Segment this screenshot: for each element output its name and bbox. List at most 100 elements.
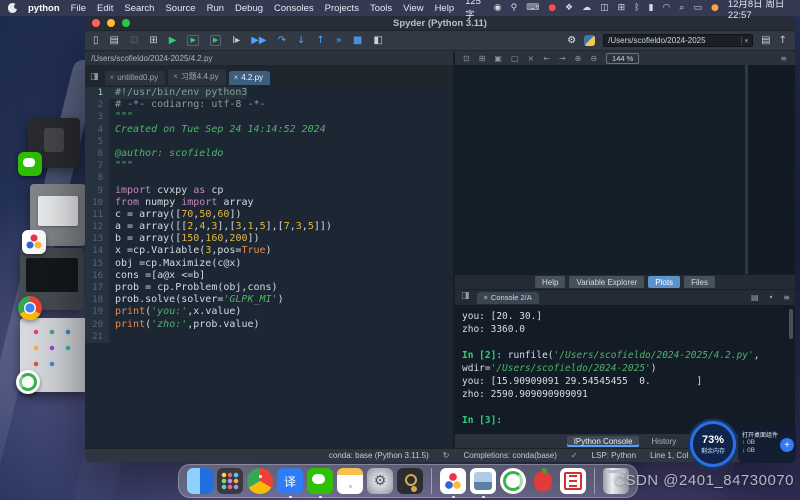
console-tab[interactable]: × Console 2/A	[477, 292, 539, 304]
chrome-badge-icon[interactable]	[18, 296, 42, 320]
menu-item-tools[interactable]: Tools	[370, 3, 392, 14]
browse-tabs-icon[interactable]: ◨	[90, 72, 99, 82]
pane-tab-variable-explorer[interactable]: Variable Explorer	[569, 276, 644, 288]
green-ring-badge-icon[interactable]	[16, 370, 40, 394]
circles-app-dock-icon[interactable]	[440, 468, 466, 494]
copy-plot-icon[interactable]: ▣	[494, 54, 502, 63]
input-method-indicator[interactable]: 125字	[465, 0, 485, 21]
menu-item-view[interactable]: View	[403, 3, 423, 14]
menu-item-debug[interactable]: Debug	[235, 3, 263, 14]
tab-history[interactable]: History	[644, 436, 683, 447]
finder-dock-icon[interactable]	[187, 468, 213, 494]
new-file-icon[interactable]: ▯	[93, 36, 99, 46]
menu-item-edit[interactable]: Edit	[97, 3, 113, 14]
memory-gauge[interactable]: 73% 剩余内存	[690, 421, 736, 467]
run-selection-icon[interactable]: I▸	[232, 36, 240, 46]
circles-app-badge-icon[interactable]	[22, 230, 46, 254]
apple-menu-icon[interactable]	[8, 3, 17, 13]
green-ring-app-dock-icon[interactable]	[500, 468, 526, 494]
save-all-plots-icon[interactable]: ⊞	[479, 54, 486, 63]
menu-item-file[interactable]: File	[71, 3, 86, 14]
mic-icon[interactable]: ⚲	[511, 4, 518, 13]
maximize-pane-icon[interactable]: ◧	[373, 36, 382, 46]
menu-item-search[interactable]: Search	[124, 3, 154, 14]
preferences-icon[interactable]: ⚙	[567, 36, 576, 46]
menu-item-projects[interactable]: Projects	[325, 3, 359, 14]
parent-directory-icon[interactable]: ↑	[779, 36, 787, 46]
conda-env-status[interactable]: conda: base (Python 3.11.5)	[329, 451, 429, 460]
new-console-icon[interactable]: ▤	[751, 293, 759, 302]
remove-plot-icon[interactable]: ▢	[511, 54, 519, 63]
save-plot-icon[interactable]: ⊡	[463, 54, 470, 63]
step-out-icon[interactable]: ↑	[316, 36, 324, 46]
display-icon[interactable]: ▭	[693, 4, 702, 13]
plot-zoom-level[interactable]: 144 %	[606, 53, 639, 64]
editor-tab--4-4-py[interactable]: ×习题4.4.py	[168, 69, 225, 85]
console-scrollbar[interactable]	[789, 309, 793, 339]
active-app-name[interactable]: python	[28, 3, 60, 14]
menu-item-help[interactable]: Help	[435, 3, 455, 14]
editor-tab-untitled0-py[interactable]: ×untitled0.py	[105, 71, 166, 85]
close-tab-icon[interactable]: ×	[173, 72, 178, 81]
menu-item-run[interactable]: Run	[207, 3, 224, 14]
menu-item-consoles[interactable]: Consoles	[274, 3, 314, 14]
close-tab-icon[interactable]: ×	[234, 73, 239, 82]
open-file-icon[interactable]: ▤	[110, 36, 119, 46]
step-over-icon[interactable]: ↷	[278, 36, 286, 46]
code-editor[interactable]: 1#!/usr/bin/env python32# -*- codiarng: …	[85, 85, 453, 448]
battery-icon[interactable]: ▮	[649, 4, 654, 13]
save-icon[interactable]: ⊡	[130, 36, 138, 46]
notes-dock-icon[interactable]	[337, 468, 363, 494]
plots-options-icon[interactable]: ≡	[780, 54, 787, 63]
next-plot-icon[interactable]: →	[559, 54, 566, 63]
keyboard-icon[interactable]: ⌨	[526, 4, 539, 13]
step-into-icon[interactable]: ↓	[297, 36, 305, 46]
airdrop-icon[interactable]: ❖	[565, 4, 573, 13]
close-console-icon[interactable]: ×	[484, 293, 488, 302]
wechat-dock-icon[interactable]	[307, 468, 333, 494]
previous-plot-icon[interactable]: ←	[543, 54, 550, 63]
stage-manager-icon[interactable]: ◫	[600, 4, 609, 13]
cloud-icon[interactable]: ☁	[582, 4, 591, 13]
interrupt-kernel-icon[interactable]: •	[769, 293, 774, 302]
ipython-console[interactable]: you: [20. 30.]zho: 3360.0 In [2]: runfil…	[455, 305, 795, 434]
zoom-out-icon[interactable]: ⊖	[590, 54, 597, 63]
notification-dot-icon[interactable]: ●	[711, 4, 719, 13]
chrome-dock-icon[interactable]	[247, 468, 273, 494]
remove-all-plots-icon[interactable]: ×	[528, 54, 535, 63]
working-directory-selector[interactable]: /Users/scofieldo/2024-2025 ▾	[603, 34, 753, 47]
run-file-icon[interactable]: ▶	[169, 36, 177, 46]
pane-tab-help[interactable]: Help	[535, 276, 565, 288]
red-pattern-app-dock-icon[interactable]	[560, 468, 586, 494]
menu-item-source[interactable]: Source	[165, 3, 195, 14]
completions-status[interactable]: Completions: conda(base)	[464, 451, 557, 460]
keychain-dock-icon[interactable]	[397, 468, 423, 494]
screen-record-icon[interactable]: ●	[548, 4, 556, 13]
editor-tab-4-2-py[interactable]: ×4.2.py	[229, 71, 270, 85]
add-widget-button[interactable]: +	[780, 438, 794, 452]
bluetooth-icon[interactable]: ᛒ	[634, 4, 639, 13]
zoom-in-icon[interactable]: ⊕	[575, 54, 582, 63]
tab-ipython-console[interactable]: IPython Console	[567, 436, 640, 447]
red-apple-app-dock-icon[interactable]	[530, 468, 556, 494]
memory-widget[interactable]: 73% 剩余内存 打开桌面组件 ↑ 0B ↓ 0B +	[690, 421, 796, 469]
preview-app-dock-icon[interactable]	[470, 468, 496, 494]
lsp-status[interactable]: LSP: Python	[592, 451, 636, 460]
run-cell-icon[interactable]: ▶	[187, 35, 198, 46]
close-tab-icon[interactable]: ×	[110, 73, 115, 82]
browse-directory-icon[interactable]: ▤	[761, 36, 770, 46]
run-cell-advance-icon[interactable]: ▶	[210, 35, 221, 46]
pane-tab-files[interactable]: Files	[684, 276, 715, 288]
menu-clock[interactable]: 12月8日 周日 22:57	[728, 0, 792, 21]
screen-mirroring-icon[interactable]: ◉	[494, 4, 502, 13]
system-settings-dock-icon[interactable]: ⚙	[367, 468, 393, 494]
stop-icon[interactable]: ■	[353, 36, 362, 46]
window-layout-icon[interactable]: ⊞	[618, 4, 626, 13]
console-options-icon[interactable]: ≡	[783, 293, 790, 302]
debug-file-icon[interactable]: ▶▶	[251, 36, 266, 46]
continue-icon[interactable]: »	[336, 36, 342, 46]
save-all-icon[interactable]: ⊞	[149, 36, 157, 46]
spotlight-icon[interactable]: ⌕	[679, 4, 684, 13]
wechat-badge-icon[interactable]	[18, 152, 42, 176]
wifi-icon[interactable]: ◠	[663, 4, 671, 13]
